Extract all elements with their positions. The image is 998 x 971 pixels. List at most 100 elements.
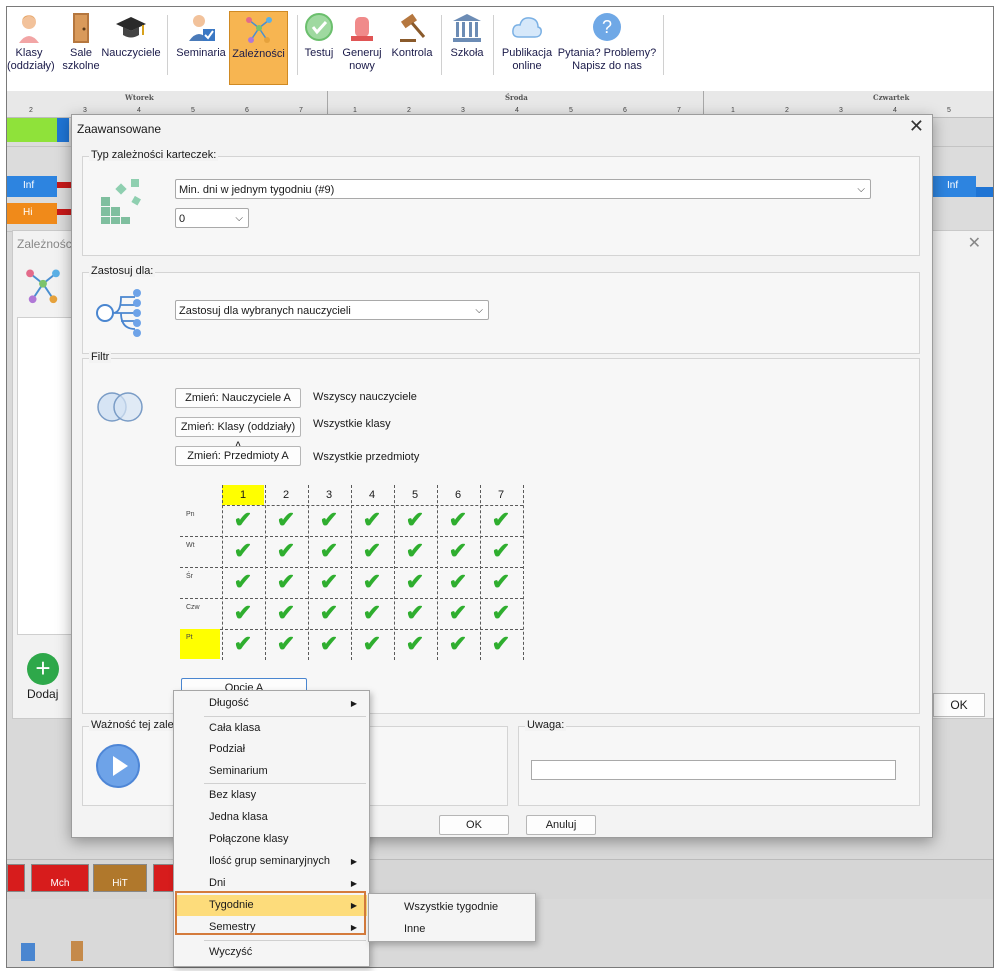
toolbar-publish-button[interactable]: Publikacja online [497, 11, 557, 83]
toolbar-rooms-button[interactable]: Sale szkolne [59, 11, 103, 83]
lesson-card[interactable]: HiT [93, 864, 147, 892]
menu-item-split[interactable]: Podział [175, 739, 367, 760]
days-count-select[interactable]: 0 ⌵ [175, 208, 249, 228]
lesson-card[interactable]: Mch [31, 864, 89, 892]
grid-day-header[interactable]: Wt [180, 536, 220, 566]
dependency-type-select[interactable]: Min. dni w jednym tygodniu (#9) ⌵ [175, 179, 871, 199]
door-icon[interactable] [71, 941, 83, 961]
grid-cell-check-icon[interactable]: ✔ [351, 505, 393, 535]
group-label: Zastosuj dla: [89, 265, 156, 277]
menu-item-joined-classes[interactable]: Połączone klasy [175, 829, 367, 850]
lesson-card[interactable] [976, 187, 993, 197]
grid-day-header[interactable]: Pt [180, 629, 220, 659]
lesson-card[interactable] [153, 864, 175, 892]
menu-item-one-class[interactable]: Jedna klasa [175, 807, 367, 828]
grid-cell-check-icon[interactable]: ✔ [394, 505, 436, 535]
grid-line [222, 505, 523, 506]
grid-cell-check-icon[interactable]: ✔ [437, 567, 479, 597]
play-icon[interactable] [96, 744, 140, 788]
lesson-card[interactable] [7, 118, 57, 142]
grid-cell-check-icon[interactable]: ✔ [308, 567, 350, 597]
grid-cell-check-icon[interactable]: ✔ [351, 536, 393, 566]
toolbar-test-button[interactable]: Testuj [301, 11, 337, 83]
apply-for-select[interactable]: Zastosuj dla wybranych nauczycieli ⌵ [175, 300, 489, 320]
ok-button[interactable]: OK [933, 693, 985, 717]
grid-cell-check-icon[interactable]: ✔ [265, 505, 307, 535]
grid-cell-check-icon[interactable]: ✔ [351, 629, 393, 659]
grid-cell-check-icon[interactable]: ✔ [480, 598, 522, 628]
grid-period-header[interactable]: 6 [437, 485, 479, 505]
menu-item-whole-class[interactable]: Cała klasa [175, 718, 367, 739]
grid-period-header[interactable]: 5 [394, 485, 436, 505]
grid-cell-check-icon[interactable]: ✔ [480, 629, 522, 659]
grid-cell-check-icon[interactable]: ✔ [394, 629, 436, 659]
grid-cell-check-icon[interactable]: ✔ [437, 629, 479, 659]
grid-cell-check-icon[interactable]: ✔ [265, 567, 307, 597]
lesson-card[interactable]: Hi [7, 203, 57, 224]
grid-day-header[interactable]: Śr [180, 567, 220, 597]
grid-cell-check-icon[interactable]: ✔ [265, 629, 307, 659]
period-number: 4 [893, 107, 897, 114]
grid-cell-check-icon[interactable]: ✔ [437, 536, 479, 566]
grid-cell-check-icon[interactable]: ✔ [480, 505, 522, 535]
grid-cell-check-icon[interactable]: ✔ [394, 598, 436, 628]
grid-cell-check-icon[interactable]: ✔ [437, 505, 479, 535]
grid-cell-check-icon[interactable]: ✔ [394, 536, 436, 566]
close-icon[interactable]: ✕ [909, 116, 924, 137]
grid-cell-check-icon[interactable]: ✔ [351, 598, 393, 628]
grid-cell-check-icon[interactable]: ✔ [222, 629, 264, 659]
period-number: 1 [353, 107, 357, 114]
grid-day-header[interactable]: Pn [180, 505, 220, 535]
lesson-card[interactable] [7, 864, 25, 892]
grid-cell-check-icon[interactable]: ✔ [222, 536, 264, 566]
grid-cell-check-icon[interactable]: ✔ [265, 598, 307, 628]
menu-item-seminar-groups[interactable]: Ilość grup seminaryjnych ▶ [175, 851, 367, 872]
grid-cell-check-icon[interactable]: ✔ [480, 536, 522, 566]
grid-day-header[interactable]: Czw [180, 598, 220, 628]
lesson-card[interactable]: Inf [7, 176, 57, 197]
cancel-button[interactable]: Anuluj [526, 815, 596, 835]
submenu-item-all-weeks[interactable]: Wszystkie tygodnie [370, 896, 534, 918]
grid-cell-check-icon[interactable]: ✔ [308, 598, 350, 628]
grid-cell-check-icon[interactable]: ✔ [308, 505, 350, 535]
grid-period-header[interactable]: 4 [351, 485, 393, 505]
toolbar-help-button[interactable]: ? Pytania? Problemy? Napisz do nas [557, 11, 657, 83]
add-button[interactable]: + [27, 653, 59, 685]
toolbar-generate-button[interactable]: Generuj nowy [339, 11, 385, 83]
grid-cell-check-icon[interactable]: ✔ [351, 567, 393, 597]
grid-cell-check-icon[interactable]: ✔ [437, 598, 479, 628]
change-teachers-button[interactable]: Zmień: Nauczyciele A [175, 388, 301, 408]
grid-cell-check-icon[interactable]: ✔ [394, 567, 436, 597]
grid-cell-check-icon[interactable]: ✔ [308, 629, 350, 659]
grid-period-header[interactable]: 7 [480, 485, 522, 505]
toolbar-dependencies-button[interactable]: Zależności [229, 11, 288, 85]
grid-cell-check-icon[interactable]: ✔ [265, 536, 307, 566]
grid-cell-check-icon[interactable]: ✔ [308, 536, 350, 566]
grid-cell-check-icon[interactable]: ✔ [480, 567, 522, 597]
menu-item-length[interactable]: Długość ▶ [175, 693, 367, 714]
change-classes-button[interactable]: Zmień: Klasy (oddziały) A [175, 417, 301, 452]
grid-cell-check-icon[interactable]: ✔ [222, 505, 264, 535]
toolbar-teachers-button[interactable]: Nauczyciele [101, 11, 161, 83]
note-input[interactable] [531, 760, 896, 780]
toolbar-classes-button[interactable]: Klasy (oddziały) [7, 11, 55, 83]
change-subjects-button[interactable]: Zmień: Przedmioty A [175, 446, 301, 466]
menu-item-no-class[interactable]: Bez klasy [175, 785, 367, 806]
lesson-card[interactable] [57, 118, 69, 142]
grid-period-header[interactable]: 3 [308, 485, 350, 505]
grid-cell-check-icon[interactable]: ✔ [222, 598, 264, 628]
lesson-card[interactable]: Inf [931, 176, 976, 197]
toolbar-control-button[interactable]: Kontrola [387, 11, 437, 83]
menu-item-clear[interactable]: Wyczyść [175, 942, 367, 963]
dependencies-list[interactable] [17, 317, 77, 635]
grid-period-header[interactable]: 1 [222, 485, 264, 505]
menu-item-seminar[interactable]: Seminarium [175, 761, 367, 782]
submenu-item-other[interactable]: Inne [370, 918, 534, 940]
ok-button[interactable]: OK [439, 815, 509, 835]
grid-period-header[interactable]: 2 [265, 485, 307, 505]
close-icon[interactable]: ✕ [968, 233, 981, 253]
toolbar-school-button[interactable]: Szkoła [447, 11, 487, 83]
book-icon[interactable] [21, 943, 35, 961]
grid-cell-check-icon[interactable]: ✔ [222, 567, 264, 597]
toolbar-seminars-button[interactable]: Seminaria [175, 11, 227, 83]
